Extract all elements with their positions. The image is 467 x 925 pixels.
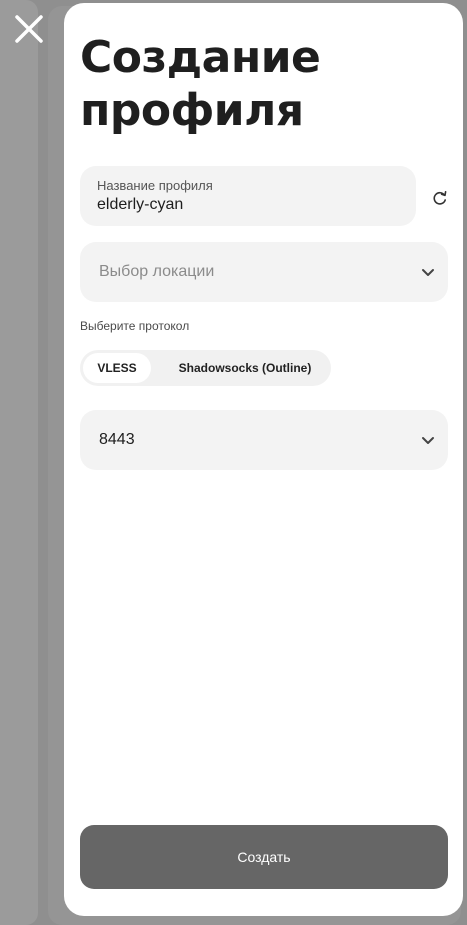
- profile-name-label: Название профиля: [97, 178, 213, 193]
- chevron-down-icon: [418, 262, 438, 282]
- port-select-value: 8443: [99, 431, 135, 448]
- create-button[interactable]: Создать: [80, 825, 448, 889]
- protocol-option-vless[interactable]: VLESS: [83, 353, 151, 383]
- close-icon: [15, 15, 43, 43]
- refresh-icon: [433, 191, 447, 205]
- protocol-label: Выберите протокол: [80, 319, 190, 333]
- close-button[interactable]: [10, 10, 48, 48]
- background-panel-left: [0, 0, 38, 925]
- chevron-down-icon: [418, 430, 438, 450]
- protocol-option-shadowsocks[interactable]: Shadowsocks (Outline): [166, 353, 324, 383]
- protocol-switch: VLESS Shadowsocks (Outline): [80, 350, 331, 386]
- port-select[interactable]: 8443: [80, 410, 448, 470]
- create-profile-sheet: Создание профиля Название профиля elderl…: [64, 3, 463, 916]
- page-title: Создание профиля: [80, 32, 321, 136]
- regenerate-name-button[interactable]: [429, 187, 451, 209]
- profile-name-field[interactable]: Название профиля elderly-cyan: [80, 166, 416, 226]
- profile-name-value[interactable]: elderly-cyan: [97, 196, 183, 214]
- location-select[interactable]: Выбор локации: [80, 242, 448, 302]
- location-select-placeholder: Выбор локации: [99, 263, 215, 280]
